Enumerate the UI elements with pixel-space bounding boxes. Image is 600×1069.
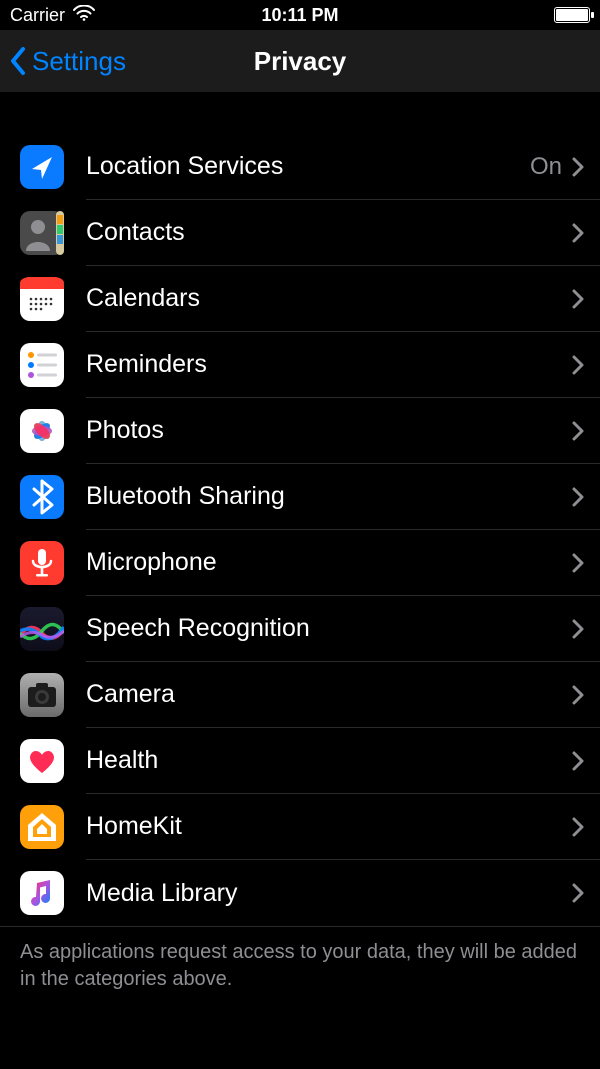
status-right [554, 7, 590, 23]
microphone-icon [20, 541, 64, 585]
chevron-right-icon [572, 487, 584, 507]
chevron-right-icon [572, 289, 584, 309]
chevron-right-icon [572, 817, 584, 837]
row-calendars[interactable]: Calendars [0, 266, 600, 332]
chevron-right-icon [572, 157, 584, 177]
music-icon [20, 871, 64, 915]
section-spacer [0, 92, 600, 134]
chevron-right-icon [572, 421, 584, 441]
camera-icon [20, 673, 64, 717]
row-homekit[interactable]: HomeKit [0, 794, 600, 860]
row-label: Media Library [86, 879, 572, 908]
chevron-right-icon [572, 355, 584, 375]
row-contacts[interactable]: Contacts [0, 200, 600, 266]
row-label: Health [86, 746, 572, 775]
row-value: On [530, 153, 562, 181]
chevron-right-icon [572, 685, 584, 705]
status-bar: Carrier 10:11 PM [0, 0, 600, 30]
health-icon [20, 739, 64, 783]
row-speech-recognition[interactable]: Speech Recognition [0, 596, 600, 662]
contacts-icon [20, 211, 64, 255]
battery-icon [554, 7, 590, 23]
location-arrow-icon [20, 145, 64, 189]
row-label: Camera [86, 680, 572, 709]
row-label: Photos [86, 416, 572, 445]
row-bluetooth-sharing[interactable]: Bluetooth Sharing [0, 464, 600, 530]
chevron-right-icon [572, 553, 584, 573]
reminders-icon [20, 343, 64, 387]
nav-bar: Settings Privacy [0, 30, 600, 92]
row-health[interactable]: Health [0, 728, 600, 794]
row-microphone[interactable]: Microphone [0, 530, 600, 596]
row-location-services[interactable]: Location Services On [0, 134, 600, 200]
row-media-library[interactable]: Media Library [0, 860, 600, 926]
row-reminders[interactable]: Reminders [0, 332, 600, 398]
row-camera[interactable]: Camera [0, 662, 600, 728]
row-label: HomeKit [86, 812, 572, 841]
row-label: Bluetooth Sharing [86, 482, 572, 511]
chevron-right-icon [572, 223, 584, 243]
chevron-left-icon [8, 45, 30, 77]
row-label: Reminders [86, 350, 572, 379]
status-time: 10:11 PM [0, 5, 600, 26]
siri-icon [20, 607, 64, 651]
chevron-right-icon [572, 619, 584, 639]
row-label: Speech Recognition [86, 614, 572, 643]
row-label: Microphone [86, 548, 572, 577]
privacy-list: Location Services On Contacts Calendars [0, 134, 600, 926]
row-label: Calendars [86, 284, 572, 313]
chevron-right-icon [572, 883, 584, 903]
row-label: Location Services [86, 152, 530, 181]
row-photos[interactable]: Photos [0, 398, 600, 464]
calendar-icon [20, 277, 64, 321]
photos-icon [20, 409, 64, 453]
back-button[interactable]: Settings [0, 45, 126, 77]
home-icon [20, 805, 64, 849]
back-label: Settings [32, 46, 126, 77]
row-label: Contacts [86, 218, 572, 247]
bluetooth-icon [20, 475, 64, 519]
chevron-right-icon [572, 751, 584, 771]
section-footer: As applications request access to your d… [0, 926, 600, 1005]
